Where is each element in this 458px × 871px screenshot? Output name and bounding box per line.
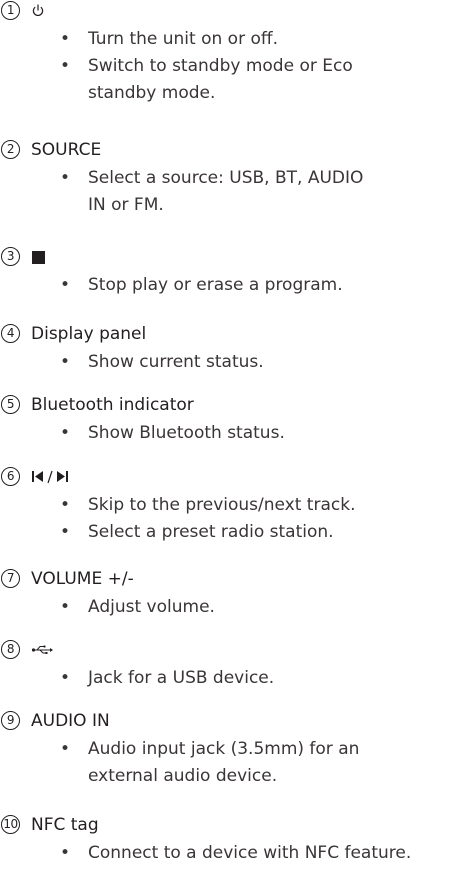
bullet-text: Skip to the previous/next track. [88, 495, 356, 515]
list-item: • Select a preset radio station. [0, 519, 378, 546]
usb-icon [31, 645, 53, 654]
item-number: 10 [1, 815, 20, 834]
bullet-glyph: • [60, 29, 71, 49]
bullet-list: • Adjust volume. [0, 594, 458, 621]
bullet-glyph: • [60, 423, 71, 443]
section-title: AUDIO IN [31, 711, 110, 731]
list-item: • Skip to the previous/next track. [0, 492, 378, 519]
list-item: • Stop play or erase a program. [0, 272, 378, 299]
list-item: • Connect to a device with NFC feature. [0, 840, 448, 867]
bullet-text: Switch to standby mode or Eco standby mo… [88, 56, 353, 103]
bullet-glyph: • [60, 739, 71, 759]
item-number: 4 [1, 324, 20, 343]
list-item: • Jack for a USB device. [0, 665, 378, 692]
bullet-text: Show current status. [88, 352, 264, 372]
bullet-glyph: • [60, 843, 71, 863]
section-title: Display panel [31, 324, 147, 344]
bullet-text: Turn the unit on or off. [88, 29, 278, 49]
section-usb: 8 • Jack for a USB device. [0, 639, 458, 692]
bullet-glyph: • [60, 56, 71, 76]
item-number: 8 [1, 640, 20, 659]
section-source: 2 SOURCE • Select a source: USB, BT, AUDI… [0, 139, 458, 219]
section-volume: 7 VOLUME +/- • Adjust volume. [0, 568, 458, 621]
list-item: • Show current status. [0, 349, 378, 376]
bullet-list: • Turn the unit on or off. • Switch to sta… [0, 26, 458, 107]
list-item: • Select a source: USB, BT, AUDIO IN or F… [0, 165, 378, 219]
previous-next-icon [32, 470, 68, 484]
bullet-glyph: • [60, 495, 71, 515]
section-power: 1 • Turn the unit on or off. • Switch to s… [0, 0, 458, 107]
section-title: Bluetooth indicator [31, 395, 194, 415]
bullet-list: • Select a source: USB, BT, AUDIO IN or F… [0, 165, 458, 219]
bullet-text: Select a source: USB, BT, AUDIO IN or FM… [88, 168, 364, 215]
bullet-glyph: • [60, 522, 71, 542]
bullet-text: Stop play or erase a program. [88, 275, 343, 295]
power-icon [32, 4, 44, 16]
item-number: 5 [1, 395, 20, 414]
bullet-text: Audio input jack (3.5mm) for an external… [88, 739, 360, 786]
bullet-text: Show Bluetooth status. [88, 423, 285, 443]
bullet-list: • Audio input jack (3.5mm) for an externa… [0, 736, 458, 790]
section-bluetooth-indicator: 5 Bluetooth indicator • Show Bluetooth st… [0, 394, 458, 447]
list-item: • Switch to standby mode or Eco standby m… [0, 53, 378, 107]
bullet-text: Adjust volume. [88, 597, 215, 617]
bullet-list: • Show current status. [0, 349, 458, 376]
item-number: 3 [1, 247, 20, 266]
bullet-list: • Show Bluetooth status. [0, 420, 458, 447]
item-number: 6 [1, 467, 20, 486]
section-title: SOURCE [31, 140, 102, 160]
bullet-text: Select a preset radio station. [88, 522, 334, 542]
bullet-list: • Jack for a USB device. [0, 665, 458, 692]
bullet-glyph: • [60, 597, 71, 617]
section-stop: 3 • Stop play or erase a program. [0, 246, 458, 299]
list-item: • Adjust volume. [0, 594, 378, 621]
section-previous-next: 6 • Skip to the previous/next track. • Sel… [0, 466, 458, 546]
bullet-text: Jack for a USB device. [88, 668, 275, 688]
item-number: 7 [1, 569, 20, 588]
section-display-panel: 4 Display panel • Show current status. [0, 323, 458, 376]
item-number: 9 [1, 711, 20, 730]
bullet-text: Connect to a device with NFC feature. [88, 843, 412, 863]
section-audio-in: 9 AUDIO IN • Audio input jack (3.5mm) for… [0, 710, 458, 790]
bullet-list: • Stop play or erase a program. [0, 272, 458, 299]
bullet-glyph: • [60, 275, 71, 295]
section-nfc-tag: 10 NFC tag • Connect to a device with NFC… [0, 814, 458, 867]
section-title: VOLUME +/- [31, 569, 134, 589]
item-number: 1 [1, 1, 20, 20]
bullet-glyph: • [60, 668, 71, 688]
list-item: • Audio input jack (3.5mm) for an externa… [0, 736, 378, 790]
bullet-glyph: • [60, 352, 71, 372]
section-title: NFC tag [31, 815, 99, 835]
bullet-glyph: • [60, 168, 71, 188]
bullet-list: • Skip to the previous/next track. • Selec… [0, 492, 458, 546]
bullet-list: • Connect to a device with NFC feature. [0, 840, 458, 867]
list-item: • Show Bluetooth status. [0, 420, 378, 447]
list-item: • Turn the unit on or off. [0, 26, 378, 53]
stop-icon [32, 251, 45, 264]
item-number: 2 [1, 140, 20, 159]
